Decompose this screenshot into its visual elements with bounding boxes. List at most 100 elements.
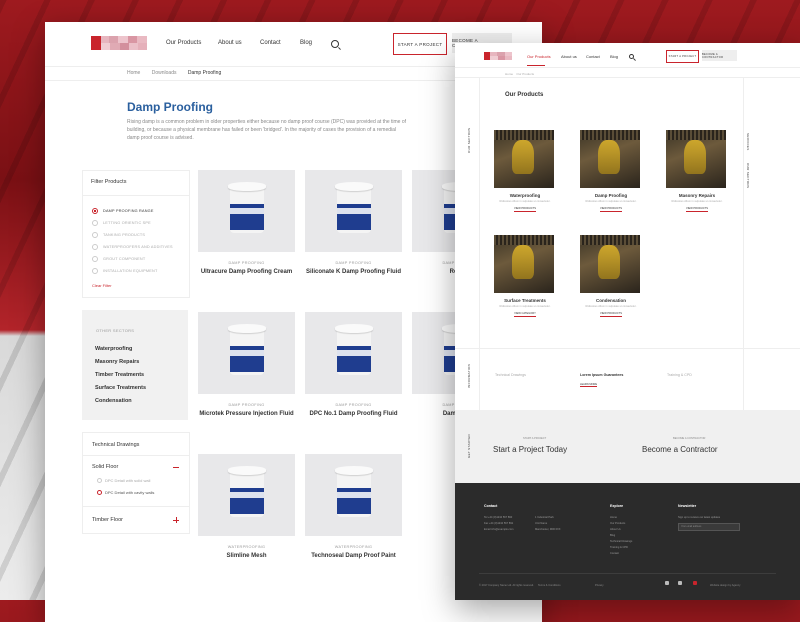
footer-address-line: Manchester, M00 0XX [535,528,561,531]
nav-blog[interactable]: Blog [610,54,618,59]
sector-link-waterproofing[interactable]: Waterproofing [95,346,132,352]
footer-link[interactable]: Blog [610,534,615,537]
product-image [305,170,402,252]
product-card[interactable]: DAMP PROOFING Siliconate K Damp Proofing… [305,170,402,276]
sector-card[interactable]: Masonry Repairs Ridiculous cillum in vul… [666,130,728,212]
start-project-button[interactable]: START A PROJECT [393,33,447,55]
product-tub-image [335,324,373,379]
other-sectors-panel: OTHER SECTORS Waterproofing Masonry Repa… [82,310,188,420]
drawing-link-label: DPC Detail with cavity walls [105,490,155,495]
page-title: Our Products [505,92,544,98]
search-icon[interactable] [331,40,339,48]
start-project-button[interactable]: START A PROJECT [666,50,699,63]
nav-about-us[interactable]: About us [561,54,577,59]
view-products-link[interactable]: VIEW PRODUCTS [580,311,642,317]
footer-link[interactable]: Technical Drawings [610,540,632,543]
sector-link-surface-treatments[interactable]: Surface Treatments [95,385,146,391]
footer-credit: Website design by Agency [710,584,741,587]
product-category: DAMP PROOFING [228,403,265,407]
copyright-text: © 2017 Company Name Ltd. All rights rese… [479,584,534,587]
newsletter-email-input[interactable]: Your email address [678,523,740,531]
tab-technical-drawings[interactable]: Technical Drawings [495,373,526,377]
footer-legal-link[interactable]: Privacy [595,584,604,587]
products-overview-mockup: Our Products About us Contact Blog START… [455,43,800,600]
footer-link[interactable]: Contact [610,552,619,555]
accordion-timber-floor[interactable]: Timber Floor [92,517,123,523]
facebook-icon[interactable] [678,581,682,585]
side-label-information: INFORMATION [467,363,471,388]
become-contractor-button[interactable]: BECOME A CONTRACTOR [702,50,737,61]
view-products-link[interactable]: VIEW PRODUCTS [580,206,642,212]
product-tub-image [335,182,373,237]
product-card[interactable]: DAMP PROOFING DPC No.1 Damp Proofing Flu… [305,312,402,418]
footer-contact-line[interactable]: Email info@example.com [484,528,513,531]
nav-about-us[interactable]: About us [218,40,242,46]
footer-legal-link[interactable]: Terms & Conditions [538,584,561,587]
breadcrumb-downloads[interactable]: Downloads [152,70,177,76]
minus-icon[interactable] [173,467,179,468]
cta-become-contractor[interactable]: Become a Contractor [642,445,718,454]
nav-our-products[interactable]: Our Products [527,54,551,59]
tab-training[interactable]: Training & CPD [667,373,692,377]
breadcrumb-home[interactable]: Home [127,70,140,76]
clear-filter-link[interactable]: Clear Filter [92,283,112,288]
footer-link[interactable]: Training & CPD [610,546,628,549]
filter-option[interactable]: INSTALLATION EQUIPMENT [92,268,157,274]
search-icon[interactable] [629,54,634,59]
sector-card[interactable]: Condensation Ridiculous cillum in vulput… [580,235,642,317]
filter-option[interactable]: DAMP PROOFING RANGE [92,208,154,214]
product-image [198,312,295,394]
footer-link[interactable]: About Us [610,528,621,531]
divider [455,348,800,349]
product-tub-image [228,182,266,237]
tab-guarantees[interactable]: Lorem Ipsum Guarantees [580,373,623,377]
product-card[interactable]: WATERPROOFING Slimline Mesh [198,454,295,560]
divider [83,506,189,507]
drawing-link[interactable]: DPC Detail with cavity walls [97,490,155,496]
accordion-solid-floor[interactable]: Solid Floor [92,464,118,470]
view-category-link[interactable]: VIEW CATEGORY [494,311,556,317]
technical-drawings-title: Technical Drawings [92,442,140,448]
plus-icon[interactable] [173,517,179,523]
footer-address-line: 1 Industrial Park [535,516,554,519]
footer-link[interactable]: Our Products [610,522,625,525]
sector-name: Masonry Repairs [678,193,716,198]
sector-link-masonry-repairs[interactable]: Masonry Repairs [95,359,139,365]
twitter-icon[interactable] [665,581,669,585]
footer-link[interactable]: Home [610,516,617,519]
product-category: WATERPROOFING [227,545,266,549]
radio-icon [92,256,98,262]
product-card[interactable]: DAMP PROOFING Ultracure Damp Proofing Cr… [198,170,295,276]
footer-newsletter-heading: Newsletter [678,504,697,508]
product-card[interactable]: WATERPROOFING Technoseal Damp Proof Pain… [305,454,402,560]
view-products-link[interactable]: VIEW PRODUCTS [666,206,728,212]
side-label-get-started: GET STARTED [467,434,471,458]
sector-card[interactable]: Surface Treatments Ridiculous cillum in … [494,235,556,317]
sector-card[interactable]: Damp Proofing Ridiculous cillum in vulpu… [580,130,642,212]
sector-image [666,130,726,188]
filter-option[interactable]: LETTING ORIENTIC SPE [92,220,151,226]
nav-contact[interactable]: Contact [586,54,600,59]
filter-option[interactable]: WATERPROOFERS AND ADDITIVES [92,244,173,250]
filter-option[interactable]: TANKING PRODUCTS [92,232,145,238]
cta-start-small: START A PROJECT [523,437,547,440]
nav-our-products[interactable]: Our Products [166,40,201,46]
product-card[interactable]: DAMP PROOFING Microtek Pressure Injectio… [198,312,295,418]
view-products-link[interactable]: VIEW PRODUCTS [494,206,556,212]
nav-blog[interactable]: Blog [300,40,312,46]
breadcrumb-home[interactable]: Home [505,72,513,76]
radio-selected-icon [97,490,102,496]
youtube-icon[interactable] [693,581,697,585]
sector-card[interactable]: Waterproofing Ridiculous cillum in vulpu… [494,130,556,212]
sector-link-timber-treatments[interactable]: Timber Treatments [95,372,144,378]
cta-start-project[interactable]: Start a Project Today [493,445,567,454]
learn-more-link[interactable]: LEARN MORE [580,383,598,387]
sector-link-condensation[interactable]: Condensation [95,398,132,404]
filter-option-label: INSTALLATION EQUIPMENT [103,269,158,273]
nav-contact[interactable]: Contact [260,40,281,46]
drawing-link[interactable]: DPC Detail with solid wall [97,478,150,484]
sector-name: Waterproofing [509,193,541,198]
product-name: Slimline Mesh [226,553,267,559]
filter-option[interactable]: GROUT COMPONENT [92,256,145,262]
product-image [198,170,295,252]
